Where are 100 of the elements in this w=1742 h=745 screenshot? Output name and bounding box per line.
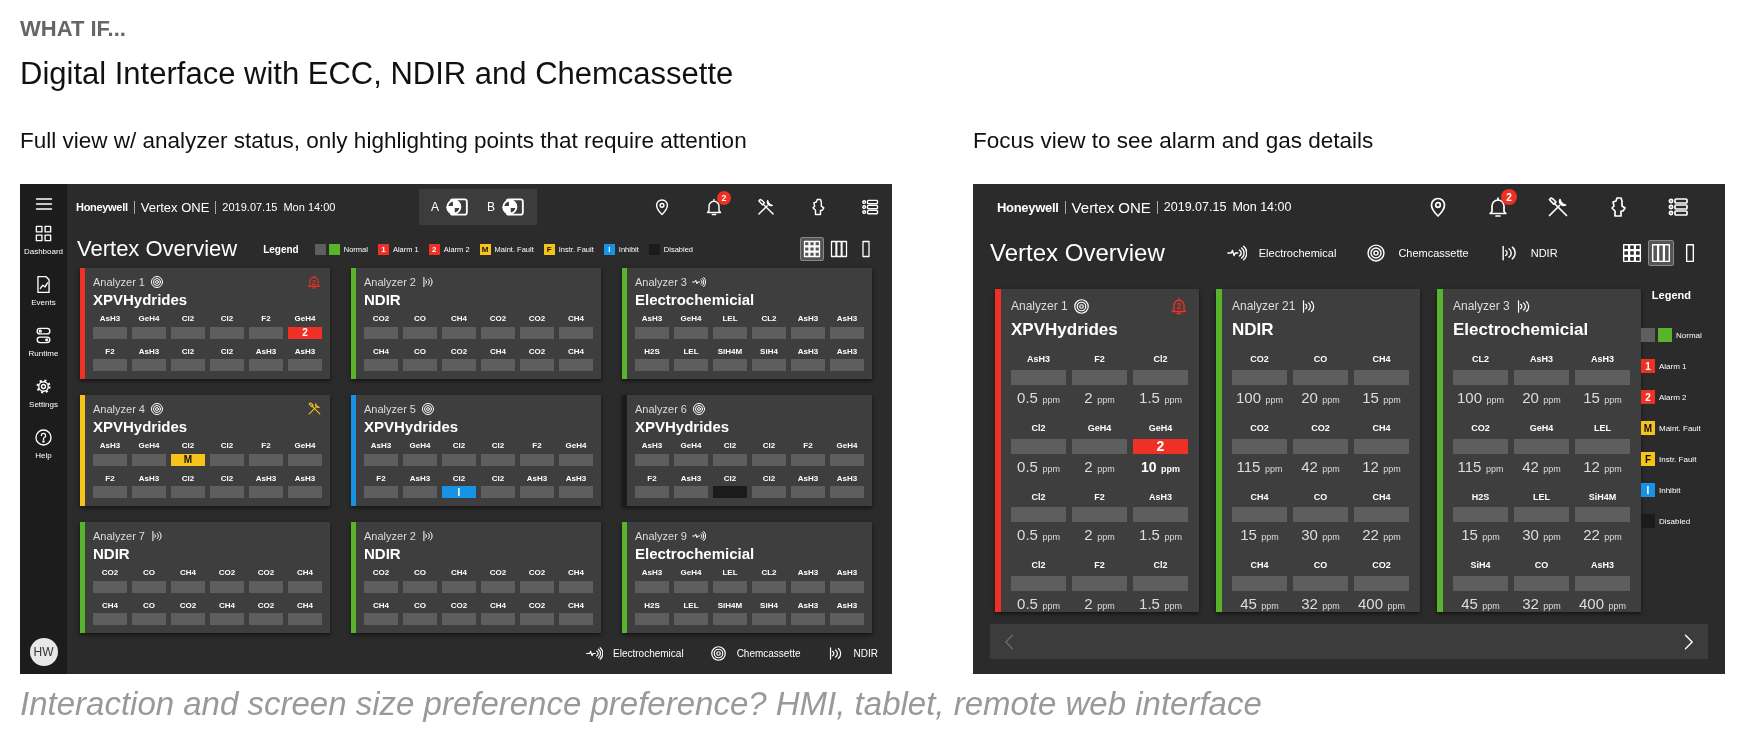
point-status-bar[interactable] <box>674 613 708 626</box>
point-status-bar[interactable] <box>132 486 166 499</box>
point-status-bar[interactable] <box>559 486 593 499</box>
point-status-bar[interactable] <box>210 486 244 499</box>
point-status-bar[interactable] <box>1453 507 1508 523</box>
point-status-bar[interactable] <box>830 613 864 626</box>
point-status-bar[interactable] <box>1354 369 1409 385</box>
point-status-bar[interactable] <box>520 486 554 499</box>
point-status-bar[interactable] <box>132 359 166 372</box>
analyzer-card[interactable]: Analyzer 1 2 XPVHydrides AsH3 GeH4 Cl2 Cl2 F2 GeH4 2 F2 AsH3 Cl2 Cl2 AsH3 AsH3 <box>80 268 330 379</box>
point-status-bar[interactable] <box>171 359 205 372</box>
point-status-bar[interactable] <box>403 326 437 339</box>
sidebar-item[interactable]: Dashboard <box>20 214 67 265</box>
point-status-bar[interactable] <box>249 580 283 593</box>
point-status-bar[interactable] <box>210 453 244 466</box>
point-status-bar[interactable] <box>830 580 864 593</box>
point-status-bar[interactable] <box>520 580 554 593</box>
point-status-bar[interactable] <box>1072 369 1127 385</box>
point-status-bar[interactable] <box>1575 438 1630 454</box>
point-status-bar[interactable] <box>93 486 127 499</box>
point-status-bar[interactable] <box>1011 576 1066 592</box>
point-status-bar[interactable] <box>171 486 205 499</box>
point-status-bar[interactable] <box>791 486 825 499</box>
point-status-bar[interactable] <box>713 486 747 499</box>
point-status-bar[interactable] <box>1354 507 1409 523</box>
point-status-bar[interactable] <box>364 580 398 593</box>
bell-icon[interactable] <box>1486 195 1510 219</box>
point-status-bar[interactable] <box>288 486 322 499</box>
point-status-bar[interactable] <box>1293 369 1348 385</box>
point-status-bar[interactable] <box>559 326 593 339</box>
point-status-bar[interactable] <box>249 613 283 626</box>
point-status-bar[interactable] <box>674 359 708 372</box>
point-status-bar[interactable] <box>1514 369 1569 385</box>
point-status-bar[interactable] <box>171 580 205 593</box>
point-status-bar[interactable] <box>1354 438 1409 454</box>
point-status-bar[interactable] <box>1453 576 1508 592</box>
point-status-bar[interactable] <box>713 359 747 372</box>
point-status-bar[interactable] <box>1453 369 1508 385</box>
point-status-bar[interactable] <box>1011 438 1066 454</box>
point-status-bar[interactable] <box>635 486 669 499</box>
bell-icon[interactable] <box>704 197 724 217</box>
point-status-bar[interactable] <box>210 580 244 593</box>
point-status-bar[interactable] <box>288 453 322 466</box>
point-status-bar[interactable] <box>1514 576 1569 592</box>
point-status-bar[interactable] <box>559 613 593 626</box>
point-status-bar[interactable] <box>249 486 283 499</box>
point-status-bar[interactable] <box>1232 438 1287 454</box>
point-status-bar[interactable] <box>93 580 127 593</box>
point-status-bar[interactable] <box>830 453 864 466</box>
list-icon[interactable] <box>860 197 880 217</box>
point-status-bar[interactable] <box>752 580 786 593</box>
point-status-bar[interactable] <box>752 326 786 339</box>
point-status-bar[interactable] <box>791 613 825 626</box>
point-status-bar[interactable] <box>481 580 515 593</box>
point-status-bar[interactable] <box>1232 369 1287 385</box>
point-status-bar[interactable] <box>132 326 166 339</box>
point-status-bar[interactable] <box>210 359 244 372</box>
point-status-bar[interactable] <box>635 326 669 339</box>
point-status-bar[interactable] <box>1011 369 1066 385</box>
point-status-bar[interactable] <box>830 359 864 372</box>
analyzer-card[interactable]: Analyzer 3 Electrochemicial AsH3 GeH4 LEL CL2 AsH3 AsH3 H2S LEL SiH4M SiH4 AsH3 AsH3 <box>622 268 872 379</box>
point-status-bar[interactable] <box>1133 507 1188 523</box>
point-status-bar[interactable] <box>1293 507 1348 523</box>
point-status-bar[interactable] <box>288 613 322 626</box>
analyzer-card[interactable]: Analyzer 5 XPVHydrides AsH3 GeH4 Cl2 Cl2 F2 GeH4 F2 AsH3 Cl2 I Cl2 AsH3 AsH3 <box>351 395 601 506</box>
point-status-bar[interactable] <box>1575 369 1630 385</box>
sidebar-item[interactable]: Help <box>20 418 67 469</box>
point-status-bar[interactable] <box>830 486 864 499</box>
analyzer-card[interactable]: Analyzer 2 NDIR CO2 CO CH4 CO2 CO2 CH4 CH4 CO CO2 CH4 CO2 CH4 <box>351 522 601 633</box>
point-status-bar[interactable] <box>1575 507 1630 523</box>
point-status-bar[interactable] <box>403 453 437 466</box>
point-status-bar[interactable] <box>93 326 127 339</box>
point-status-bar[interactable] <box>481 453 515 466</box>
point-status-bar[interactable] <box>364 453 398 466</box>
analyzer-card[interactable]: Analyzer 2 NDIR CO2 CO CH4 CO2 CO2 CH4 CH4 CO CO2 CH4 CO2 CH4 <box>351 268 601 379</box>
point-status-bar[interactable] <box>481 359 515 372</box>
analyzer-card[interactable]: Analyzer 1 2 XPVHydrides AsH3 0.5 ppm F2 2 ppm Cl2 1.5 ppm Cl2 0.5 ppm GeH4 2 ppm GeH4 2 10 ppm Cl2 0.5 ppm F2 2 ppm AsH3 1.5 ppm Cl2 0.5 ppm F2 2 ppm Cl2 1.5 ppm <box>995 289 1199 612</box>
user-avatar[interactable]: HW <box>29 638 58 666</box>
sidebar-item[interactable]: Events <box>20 265 67 316</box>
point-status-bar[interactable] <box>674 486 708 499</box>
point-status-bar[interactable] <box>481 613 515 626</box>
point-status-bar[interactable] <box>249 453 283 466</box>
point-status-bar[interactable] <box>674 453 708 466</box>
point-status-bar[interactable] <box>1514 438 1569 454</box>
list-icon[interactable] <box>1666 195 1690 219</box>
point-status-bar[interactable] <box>713 613 747 626</box>
point-status-bar[interactable]: 2 <box>288 326 322 339</box>
point-status-bar[interactable] <box>249 326 283 339</box>
point-status-bar[interactable] <box>752 453 786 466</box>
point-status-bar[interactable] <box>635 453 669 466</box>
point-status-bar[interactable] <box>1133 369 1188 385</box>
point-status-bar[interactable] <box>830 326 864 339</box>
point-status-bar[interactable] <box>481 486 515 499</box>
point-status-bar[interactable] <box>481 326 515 339</box>
point-status-bar[interactable] <box>93 359 127 372</box>
point-status-bar[interactable] <box>559 580 593 593</box>
point-status-bar[interactable] <box>1072 438 1127 454</box>
point-status-bar[interactable] <box>210 613 244 626</box>
analyzer-card[interactable]: Analyzer 4 XPVHydrides AsH3 GeH4 Cl2 M Cl2 F2 GeH4 F2 AsH3 Cl2 Cl2 AsH3 AsH3 <box>80 395 330 506</box>
point-status-bar[interactable] <box>442 613 476 626</box>
